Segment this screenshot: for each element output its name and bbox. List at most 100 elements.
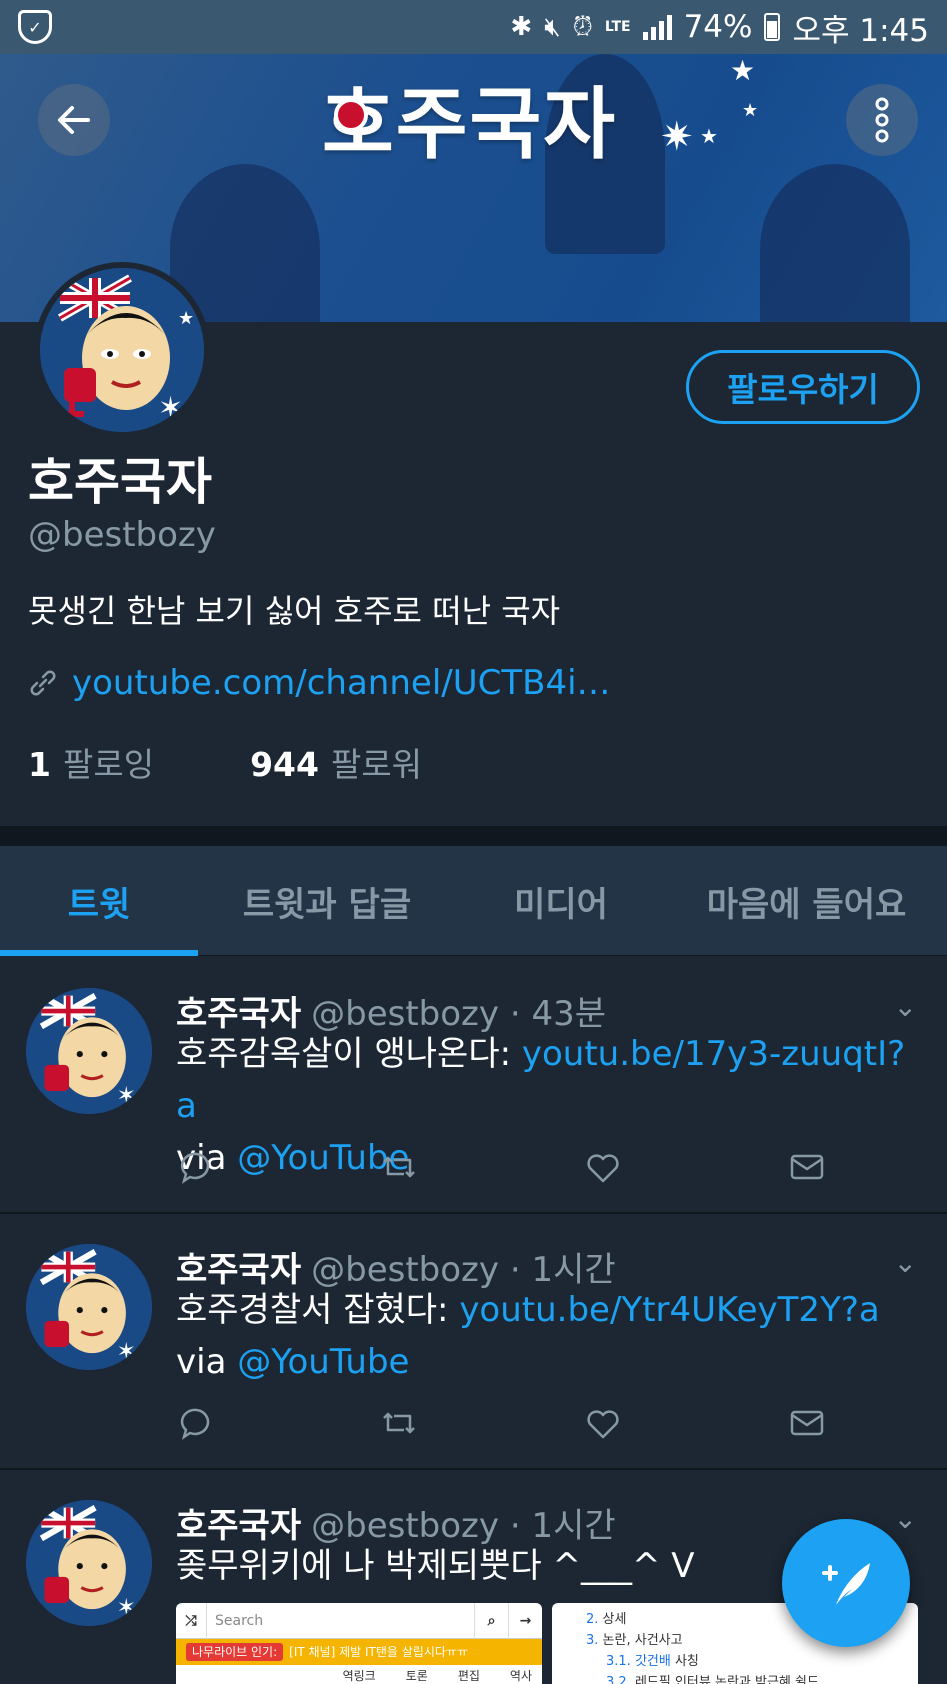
tweet-media-image-1[interactable]: ⤮ Search ⌕ → 나무라이브 인기: [IT 채널] 제발 IT탠을 살립… bbox=[176, 1603, 542, 1684]
section-divider bbox=[0, 826, 947, 846]
compose-tweet-button[interactable] bbox=[782, 1519, 910, 1647]
following-label: 팔로잉 bbox=[62, 745, 155, 784]
alarm-icon: ⏰︎ bbox=[572, 11, 593, 42]
chevron-down-icon[interactable]: ⌄ bbox=[894, 1502, 917, 1535]
star-icon: ★ bbox=[700, 124, 718, 148]
banner-person-right bbox=[760, 164, 910, 322]
toc-number: 2. bbox=[586, 1612, 599, 1627]
followers-count: 944 bbox=[250, 745, 319, 784]
toc-item: 3.2. 레드필 인터뷰 논란과 박근혜 쉴드 bbox=[586, 1672, 918, 1684]
profile-bio: 못생긴 한남 보기 싫어 호주로 떠난 국자 bbox=[28, 592, 561, 630]
wiki-banner-pill: 나무라이브 인기: bbox=[186, 1643, 284, 1661]
profile-link[interactable]: youtube.com/channel/UCTB4i… bbox=[28, 663, 611, 703]
retweet-icon[interactable] bbox=[380, 1404, 418, 1442]
back-button[interactable] bbox=[38, 84, 110, 156]
following-count: 1 bbox=[28, 745, 51, 784]
following-stat[interactable]: 1 팔로잉 bbox=[28, 738, 154, 786]
toc-text: 논란, 사건사고 bbox=[602, 1633, 683, 1648]
followers-label: 팔로워 bbox=[330, 745, 423, 784]
followers-stat[interactable]: 944 팔로워 bbox=[250, 738, 422, 786]
toc-number: 3.2. bbox=[606, 1675, 631, 1684]
svg-text:✶: ✶ bbox=[117, 1083, 136, 1109]
wiki-tab: 편집 bbox=[457, 1669, 480, 1683]
battery-icon bbox=[764, 13, 781, 41]
tweet-mention[interactable]: @YouTube bbox=[237, 1342, 409, 1382]
bluetooth-icon: ✱ bbox=[510, 12, 533, 42]
signal-icon bbox=[642, 14, 672, 40]
toc-text: 상세 bbox=[602, 1612, 627, 1627]
arrow-right-icon: → bbox=[508, 1603, 542, 1639]
svg-text:✶: ✶ bbox=[117, 1595, 136, 1621]
tweet-actions bbox=[176, 1148, 826, 1186]
tab-likes[interactable]: 마음에 들어요 bbox=[666, 846, 947, 956]
wiki-search-placeholder: Search bbox=[206, 1603, 474, 1639]
profile-stats: 1 팔로잉 944 팔로워 bbox=[28, 738, 422, 786]
avatar-image: ✶ bbox=[26, 988, 152, 1114]
profile-link-text[interactable]: youtube.com/channel/UCTB4i… bbox=[72, 663, 611, 703]
toc-number: 3. bbox=[586, 1633, 599, 1648]
toc-item: 3.1. 갓건배 사칭 bbox=[586, 1651, 918, 1672]
tweet-text-body: 호주감옥살이 앵나온다: bbox=[176, 1034, 522, 1074]
tweet-link[interactable]: youtu.be/Ytr4UKeyT2Y?a bbox=[459, 1290, 879, 1330]
toc-text: 레드필 인터뷰 논란과 박근혜 쉴드 bbox=[634, 1675, 819, 1684]
arrow-left-icon bbox=[58, 106, 90, 134]
tweet-text: 호주경찰서 잡혔다: youtu.be/Ytr4UKeyT2Y?a via @Y… bbox=[176, 1284, 916, 1388]
profile-handle: @bestbozy bbox=[28, 515, 216, 555]
star-icon: ★ bbox=[730, 54, 756, 87]
star-icon: ✷ bbox=[660, 114, 694, 160]
follow-button[interactable]: 팔로우하기 bbox=[686, 350, 920, 424]
tab-media[interactable]: 미디어 bbox=[456, 846, 666, 956]
battery-percent: 74% bbox=[683, 9, 753, 45]
chevron-down-icon[interactable]: ⌄ bbox=[894, 990, 917, 1023]
tweet-actions bbox=[176, 1404, 826, 1442]
profile-tabs: 트윗 트윗과 답글 미디어 마음에 들어요 bbox=[0, 846, 947, 956]
toc-text: 사칭 bbox=[670, 1654, 699, 1669]
search-icon: ⌕ bbox=[474, 1603, 508, 1639]
toc-link: 갓건배 bbox=[634, 1654, 671, 1669]
like-icon[interactable] bbox=[584, 1148, 622, 1186]
status-bar: ✓ ✱ 🔇︎ ⏰︎ LTE 74% 오후 1:45 bbox=[0, 0, 947, 54]
tweet-via: via bbox=[176, 1342, 238, 1382]
wiki-tabs: 역링크 토론 편집 역사 bbox=[176, 1665, 542, 1684]
wiki-tab: 역사 bbox=[509, 1669, 532, 1683]
tweet[interactable]: ✶ 호주국자 @bestbozy · 43분 ⌄ 호주감옥살이 앵나온다: you… bbox=[0, 956, 947, 1214]
wiki-search-bar: ⤮ Search ⌕ → bbox=[176, 1603, 542, 1639]
tweet-avatar[interactable]: ✶ bbox=[26, 988, 152, 1114]
svg-text:✶: ✶ bbox=[117, 1339, 136, 1365]
retweet-icon[interactable] bbox=[380, 1148, 418, 1186]
chevron-down-icon[interactable]: ⌄ bbox=[894, 1246, 917, 1279]
like-icon[interactable] bbox=[584, 1404, 622, 1442]
tweet-avatar[interactable]: ✶ bbox=[26, 1500, 152, 1626]
wiki-banner-text: [IT 채널] 제발 IT탠을 살립시다ㅠㅠ bbox=[289, 1645, 468, 1659]
svg-text:★: ★ bbox=[178, 308, 194, 329]
security-shield-icon: ✓ bbox=[18, 10, 52, 44]
reply-icon[interactable] bbox=[176, 1148, 214, 1186]
tab-tweets-replies[interactable]: 트윗과 답글 bbox=[198, 846, 456, 956]
avatar-image: ✶ bbox=[26, 1500, 152, 1626]
direct-message-icon[interactable] bbox=[788, 1148, 826, 1186]
star-icon: ★ bbox=[742, 100, 759, 121]
link-icon bbox=[30, 670, 56, 696]
more-vertical-icon bbox=[875, 97, 889, 143]
profile-name: 호주국자 bbox=[28, 453, 212, 511]
more-options-button[interactable] bbox=[846, 84, 918, 156]
mute-icon: 🔇︎ bbox=[544, 11, 561, 42]
flag-badge-icon bbox=[334, 98, 368, 132]
avatar-image: ✶ bbox=[26, 1244, 152, 1370]
tweet[interactable]: ✶ 호주국자 @bestbozy · 1시간 ⌄ 호주경찰서 잡혔다: youtu… bbox=[0, 1214, 947, 1470]
avatar-image: ✶ ★ bbox=[40, 268, 204, 432]
clock: 오후 1:45 bbox=[792, 12, 929, 49]
shuffle-icon: ⤮ bbox=[185, 1612, 197, 1629]
wiki-tab: 토론 bbox=[405, 1669, 428, 1683]
profile-avatar[interactable]: ✶ ★ bbox=[34, 262, 210, 438]
tab-tweets[interactable]: 트윗 bbox=[0, 846, 198, 956]
reply-icon[interactable] bbox=[176, 1404, 214, 1442]
wiki-tab: 역링크 bbox=[342, 1669, 376, 1683]
network-type: LTE bbox=[604, 19, 631, 35]
direct-message-icon[interactable] bbox=[788, 1404, 826, 1442]
tweet-avatar[interactable]: ✶ bbox=[26, 1244, 152, 1370]
toc-number: 3.1. bbox=[606, 1654, 631, 1669]
svg-text:✶: ✶ bbox=[158, 391, 183, 426]
tweet-text-body: 호주경찰서 잡혔다: bbox=[176, 1290, 460, 1330]
wiki-banner: 나무라이브 인기: [IT 채널] 제발 IT탠을 살립시다ㅠㅠ bbox=[176, 1639, 542, 1665]
